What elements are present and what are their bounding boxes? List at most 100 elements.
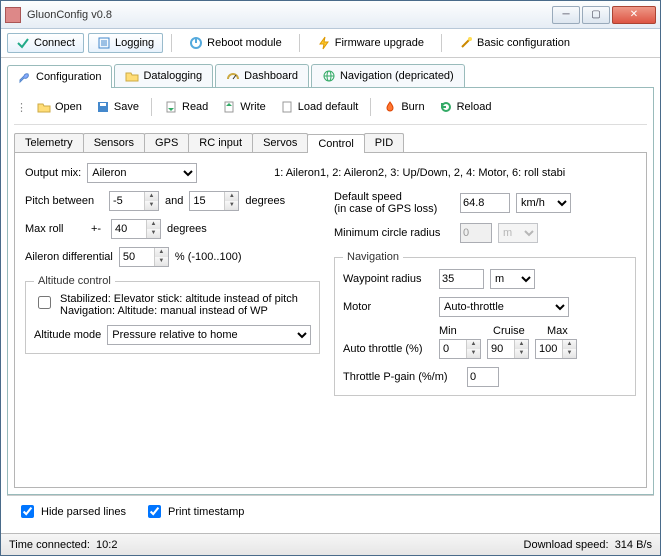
reboot-button[interactable]: Reboot module	[180, 33, 291, 53]
open-button[interactable]: Open	[31, 98, 88, 116]
min-header: Min	[439, 325, 487, 337]
reload-button[interactable]: Reload	[433, 98, 498, 116]
pitch-between-label: Pitch between	[25, 195, 103, 207]
page-icon	[280, 100, 294, 114]
reboot-icon	[189, 36, 203, 50]
wrench-icon	[18, 70, 32, 84]
waypoint-radius-unit-select[interactable]: m	[490, 269, 535, 289]
default-speed-input[interactable]	[460, 193, 510, 213]
hide-parsed-checkbox[interactable]	[21, 505, 34, 518]
grip-icon: ⋮	[14, 101, 29, 114]
tab-servos[interactable]: Servos	[252, 133, 308, 152]
min-circle-unit-select: m	[498, 223, 538, 243]
sub-tabs: Telemetry Sensors GPS RC input Servos Co…	[14, 133, 647, 152]
minimize-button[interactable]: ─	[552, 6, 580, 24]
window-title: GluonConfig v0.8	[27, 9, 552, 21]
statusbar: Time connected: 10:2 Download speed: 314…	[1, 533, 660, 555]
down-arrow-icon[interactable]: ▼	[146, 229, 160, 238]
globe-icon	[322, 69, 336, 83]
logging-button[interactable]: Logging	[88, 33, 163, 53]
download-speed-value: 314 B/s	[615, 539, 652, 551]
lightning-icon	[317, 36, 331, 50]
motor-select[interactable]: Auto-throttle	[439, 297, 569, 317]
tab-sensors[interactable]: Sensors	[83, 133, 145, 152]
hide-parsed-checkbox-label[interactable]: Hide parsed lines	[17, 502, 126, 521]
reload-icon	[439, 100, 453, 114]
save-button[interactable]: Save	[90, 98, 145, 116]
print-timestamp-checkbox[interactable]	[148, 505, 161, 518]
logging-label: Logging	[115, 37, 154, 49]
footer-checks: Hide parsed lines Print timestamp	[7, 495, 654, 527]
pitch-min-spinner[interactable]: ▲▼	[109, 191, 159, 211]
altitude-control-fieldset: Altitude control Stabilized: Elevator st…	[25, 275, 320, 354]
up-arrow-icon[interactable]: ▲	[154, 248, 168, 257]
altitude-control-legend: Altitude control	[34, 275, 115, 287]
connect-icon	[16, 36, 30, 50]
firmware-button[interactable]: Firmware upgrade	[308, 33, 433, 53]
max-header: Max	[547, 325, 595, 337]
tab-dashboard[interactable]: Dashboard	[215, 64, 309, 87]
down-arrow-icon[interactable]: ▼	[144, 201, 158, 210]
waypoint-radius-input[interactable]	[439, 269, 484, 289]
up-arrow-icon[interactable]: ▲	[146, 220, 160, 229]
read-button[interactable]: Read	[158, 98, 214, 116]
burn-button[interactable]: Burn	[377, 98, 430, 116]
output-mix-select[interactable]: Aileron	[87, 163, 197, 183]
connect-button[interactable]: Connect	[7, 33, 84, 53]
default-speed-unit-select[interactable]: km/h	[516, 193, 571, 213]
throttle-pgain-input[interactable]	[467, 367, 499, 387]
throttle-pgain-label: Throttle P-gain (%/m)	[343, 371, 461, 383]
tab-control[interactable]: Control	[307, 134, 364, 153]
down-arrow-icon[interactable]: ▼	[224, 201, 238, 210]
titlebar: GluonConfig v0.8 ─ ▢ ✕	[1, 1, 660, 29]
tab-rc-input[interactable]: RC input	[188, 133, 253, 152]
write-button[interactable]: Write	[216, 98, 271, 116]
folder-open-icon	[37, 100, 51, 114]
output-mix-label: Output mix:	[25, 167, 81, 179]
control-panel: Output mix: Aileron 1: Aileron1, 2: Aile…	[14, 152, 647, 488]
tab-telemetry[interactable]: Telemetry	[14, 133, 84, 152]
stabilized-text-2: Navigation: Altitude: manual instead of …	[60, 305, 298, 317]
aileron-diff-label: Aileron differential	[25, 251, 113, 263]
default-speed-label-2: (in case of GPS loss)	[334, 203, 454, 215]
up-arrow-icon[interactable]: ▲	[224, 192, 238, 201]
stabilized-checkbox[interactable]	[38, 296, 51, 309]
tab-pid[interactable]: PID	[364, 133, 404, 152]
pitch-max-spinner[interactable]: ▲▼	[189, 191, 239, 211]
close-button[interactable]: ✕	[612, 6, 656, 24]
maximize-button[interactable]: ▢	[582, 6, 610, 24]
flame-icon	[383, 100, 397, 114]
tab-configuration[interactable]: Configuration	[7, 65, 112, 88]
app-window: GluonConfig v0.8 ─ ▢ ✕ Connect Logging R…	[0, 0, 661, 556]
tab-gps[interactable]: GPS	[144, 133, 189, 152]
auto-throttle-label: Auto throttle (%)	[343, 343, 433, 355]
separator	[299, 34, 300, 52]
print-timestamp-checkbox-label[interactable]: Print timestamp	[144, 502, 244, 521]
auto-throttle-min-spinner[interactable]: ▲▼	[439, 339, 481, 359]
tab-navigation[interactable]: Navigation (depricated)	[311, 64, 465, 87]
output-mix-legend: 1: Aileron1, 2: Aileron2, 3: Up/Down, 2,…	[203, 167, 636, 179]
auto-throttle-cruise-spinner[interactable]: ▲▼	[487, 339, 529, 359]
altitude-mode-select[interactable]: Pressure relative to home	[107, 325, 311, 345]
down-arrow-icon[interactable]: ▼	[154, 257, 168, 266]
default-speed-label-1: Default speed	[334, 191, 454, 203]
basic-config-button[interactable]: Basic configuration	[450, 33, 579, 53]
motor-label: Motor	[343, 301, 433, 313]
read-icon	[164, 100, 178, 114]
up-arrow-icon[interactable]: ▲	[144, 192, 158, 201]
max-roll-spinner[interactable]: ▲▼	[111, 219, 161, 239]
tab-datalogging[interactable]: Datalogging	[114, 64, 213, 87]
auto-throttle-max-spinner[interactable]: ▲▼	[535, 339, 577, 359]
app-icon	[5, 7, 21, 23]
file-toolbar: ⋮ Open Save Read Write Load default Burn…	[14, 94, 647, 125]
altitude-mode-label: Altitude mode	[34, 329, 101, 341]
max-roll-label: Max roll	[25, 223, 85, 235]
stabilized-text-1: Stabilized: Elevator stick: altitude ins…	[60, 293, 298, 305]
folder-icon	[125, 69, 139, 83]
disk-icon	[96, 100, 110, 114]
separator	[171, 34, 172, 52]
cruise-header: Cruise	[493, 325, 541, 337]
load-default-button[interactable]: Load default	[274, 98, 365, 116]
aileron-diff-spinner[interactable]: ▲▼	[119, 247, 169, 267]
content-area: Configuration Datalogging Dashboard Navi…	[1, 58, 660, 533]
